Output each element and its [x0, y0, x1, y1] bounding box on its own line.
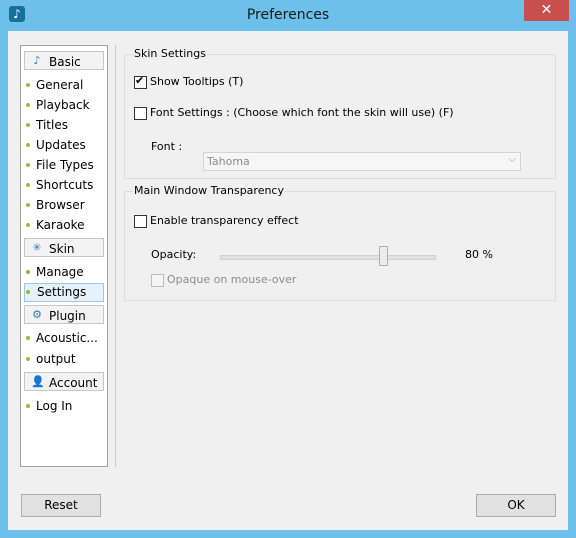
category-label: Basic — [49, 55, 81, 69]
sidebar-item-browser[interactable]: Browser — [24, 196, 104, 215]
bullet-icon — [26, 336, 30, 340]
sidebar-item-acoustic[interactable]: Acoustic... — [24, 329, 104, 348]
bullet-icon — [26, 183, 30, 187]
user-icon: 👤 — [31, 375, 45, 388]
bullet-icon — [26, 83, 30, 87]
sidebar-item-updates[interactable]: Updates — [24, 136, 104, 155]
music-note-icon: ♪ — [33, 54, 41, 67]
bullet-icon — [26, 290, 30, 294]
sidebar-item-playback[interactable]: Playback — [24, 96, 104, 115]
title-bar[interactable]: ♪ Preferences ✕ — [0, 0, 576, 31]
sidebar-item-karaoke[interactable]: Karaoke — [24, 216, 104, 235]
sidebar-item-label: Acoustic... — [36, 331, 98, 345]
category-skin[interactable]: ✳ Skin — [24, 238, 104, 257]
bullet-icon — [26, 223, 30, 227]
sidebar-item-file-types[interactable]: File Types — [24, 156, 104, 175]
bullet-icon — [26, 203, 30, 207]
bullet-icon — [26, 143, 30, 147]
close-icon: ✕ — [540, 2, 553, 18]
category-sidebar: ♪ Basic General Playback Titles Updates … — [20, 45, 108, 467]
sidebar-item-titles[interactable]: Titles — [24, 116, 104, 135]
sidebar-item-settings[interactable]: Settings — [24, 283, 104, 302]
bullet-icon — [26, 270, 30, 274]
font-dropdown[interactable]: Tahoma ⌵ — [203, 152, 521, 171]
magic-wand-icon: ✳ — [32, 241, 42, 254]
category-label: Account — [49, 376, 98, 390]
font-settings-label[interactable]: Font Settings : (Choose which font the s… — [150, 106, 454, 120]
sidebar-item-shortcuts[interactable]: Shortcuts — [24, 176, 104, 195]
dialog-body: ♪ Basic General Playback Titles Updates … — [8, 31, 568, 530]
sidebar-item-label: File Types — [36, 158, 94, 172]
show-tooltips-label[interactable]: Show Tooltips (T) — [150, 75, 243, 89]
category-label: Skin — [49, 242, 75, 256]
font-settings-checkbox[interactable] — [134, 107, 147, 120]
sidebar-item-label: Manage — [36, 265, 84, 279]
category-label: Plugin — [49, 309, 86, 323]
transparency-group: Main Window Transparency Enable transpar… — [124, 184, 556, 301]
close-button[interactable]: ✕ — [524, 0, 569, 21]
window-title: Preferences — [246, 7, 330, 23]
opacity-value: 80 % — [465, 248, 493, 261]
sidebar-item-label: Titles — [36, 118, 68, 132]
opaque-on-mouseover-checkbox[interactable] — [151, 274, 164, 287]
bullet-icon — [26, 103, 30, 107]
sidebar-item-output[interactable]: output — [24, 350, 104, 369]
opacity-slider-track[interactable] — [220, 255, 436, 260]
ok-button[interactable]: OK — [476, 494, 556, 517]
show-tooltips-checkbox[interactable] — [134, 74, 147, 89]
sidebar-item-manage[interactable]: Manage — [24, 263, 104, 282]
category-account[interactable]: 👤 Account — [24, 372, 104, 391]
enable-transparency-label[interactable]: Enable transparency effect — [150, 214, 299, 228]
opacity-label: Opacity: — [151, 248, 197, 261]
bullet-icon — [26, 357, 30, 361]
sidebar-item-label: Log In — [36, 399, 73, 413]
sidebar-item-log-in[interactable]: Log In — [24, 397, 104, 416]
font-dropdown-value: Tahoma — [207, 155, 250, 168]
sidebar-item-label: output — [36, 352, 76, 366]
sidebar-item-label: Karaoke — [36, 218, 85, 232]
sidebar-item-label: Settings — [37, 285, 87, 299]
group-title: Skin Settings — [133, 47, 207, 61]
reset-button[interactable]: Reset — [21, 494, 101, 517]
sidebar-item-general[interactable]: General — [24, 76, 104, 95]
chevron-down-icon: ⌵ — [508, 154, 516, 165]
sidebar-item-label: Playback — [36, 98, 90, 112]
preferences-window: ♪ Preferences ✕ ♪ Basic General Playback… — [0, 0, 576, 538]
opaque-on-mouseover-label[interactable]: Opaque on mouse-over — [167, 273, 296, 287]
category-basic[interactable]: ♪ Basic — [24, 51, 104, 70]
skin-settings-group: Skin Settings Show Tooltips (T) Font Set… — [124, 47, 556, 179]
group-title: Main Window Transparency — [133, 184, 285, 198]
gear-icon: ⚙ — [32, 308, 42, 321]
opacity-slider-thumb[interactable] — [379, 246, 388, 266]
sidebar-item-label: Shortcuts — [36, 178, 94, 192]
enable-transparency-checkbox[interactable] — [134, 215, 147, 228]
category-plugin[interactable]: ⚙ Plugin — [24, 305, 104, 324]
font-label: Font : — [151, 140, 183, 153]
sidebar-item-label: Updates — [36, 138, 86, 152]
divider — [115, 45, 116, 467]
sidebar-item-label: General — [36, 78, 84, 92]
bullet-icon — [26, 123, 30, 127]
bullet-icon — [26, 404, 30, 408]
sidebar-item-label: Browser — [36, 198, 85, 212]
bullet-icon — [26, 163, 30, 167]
